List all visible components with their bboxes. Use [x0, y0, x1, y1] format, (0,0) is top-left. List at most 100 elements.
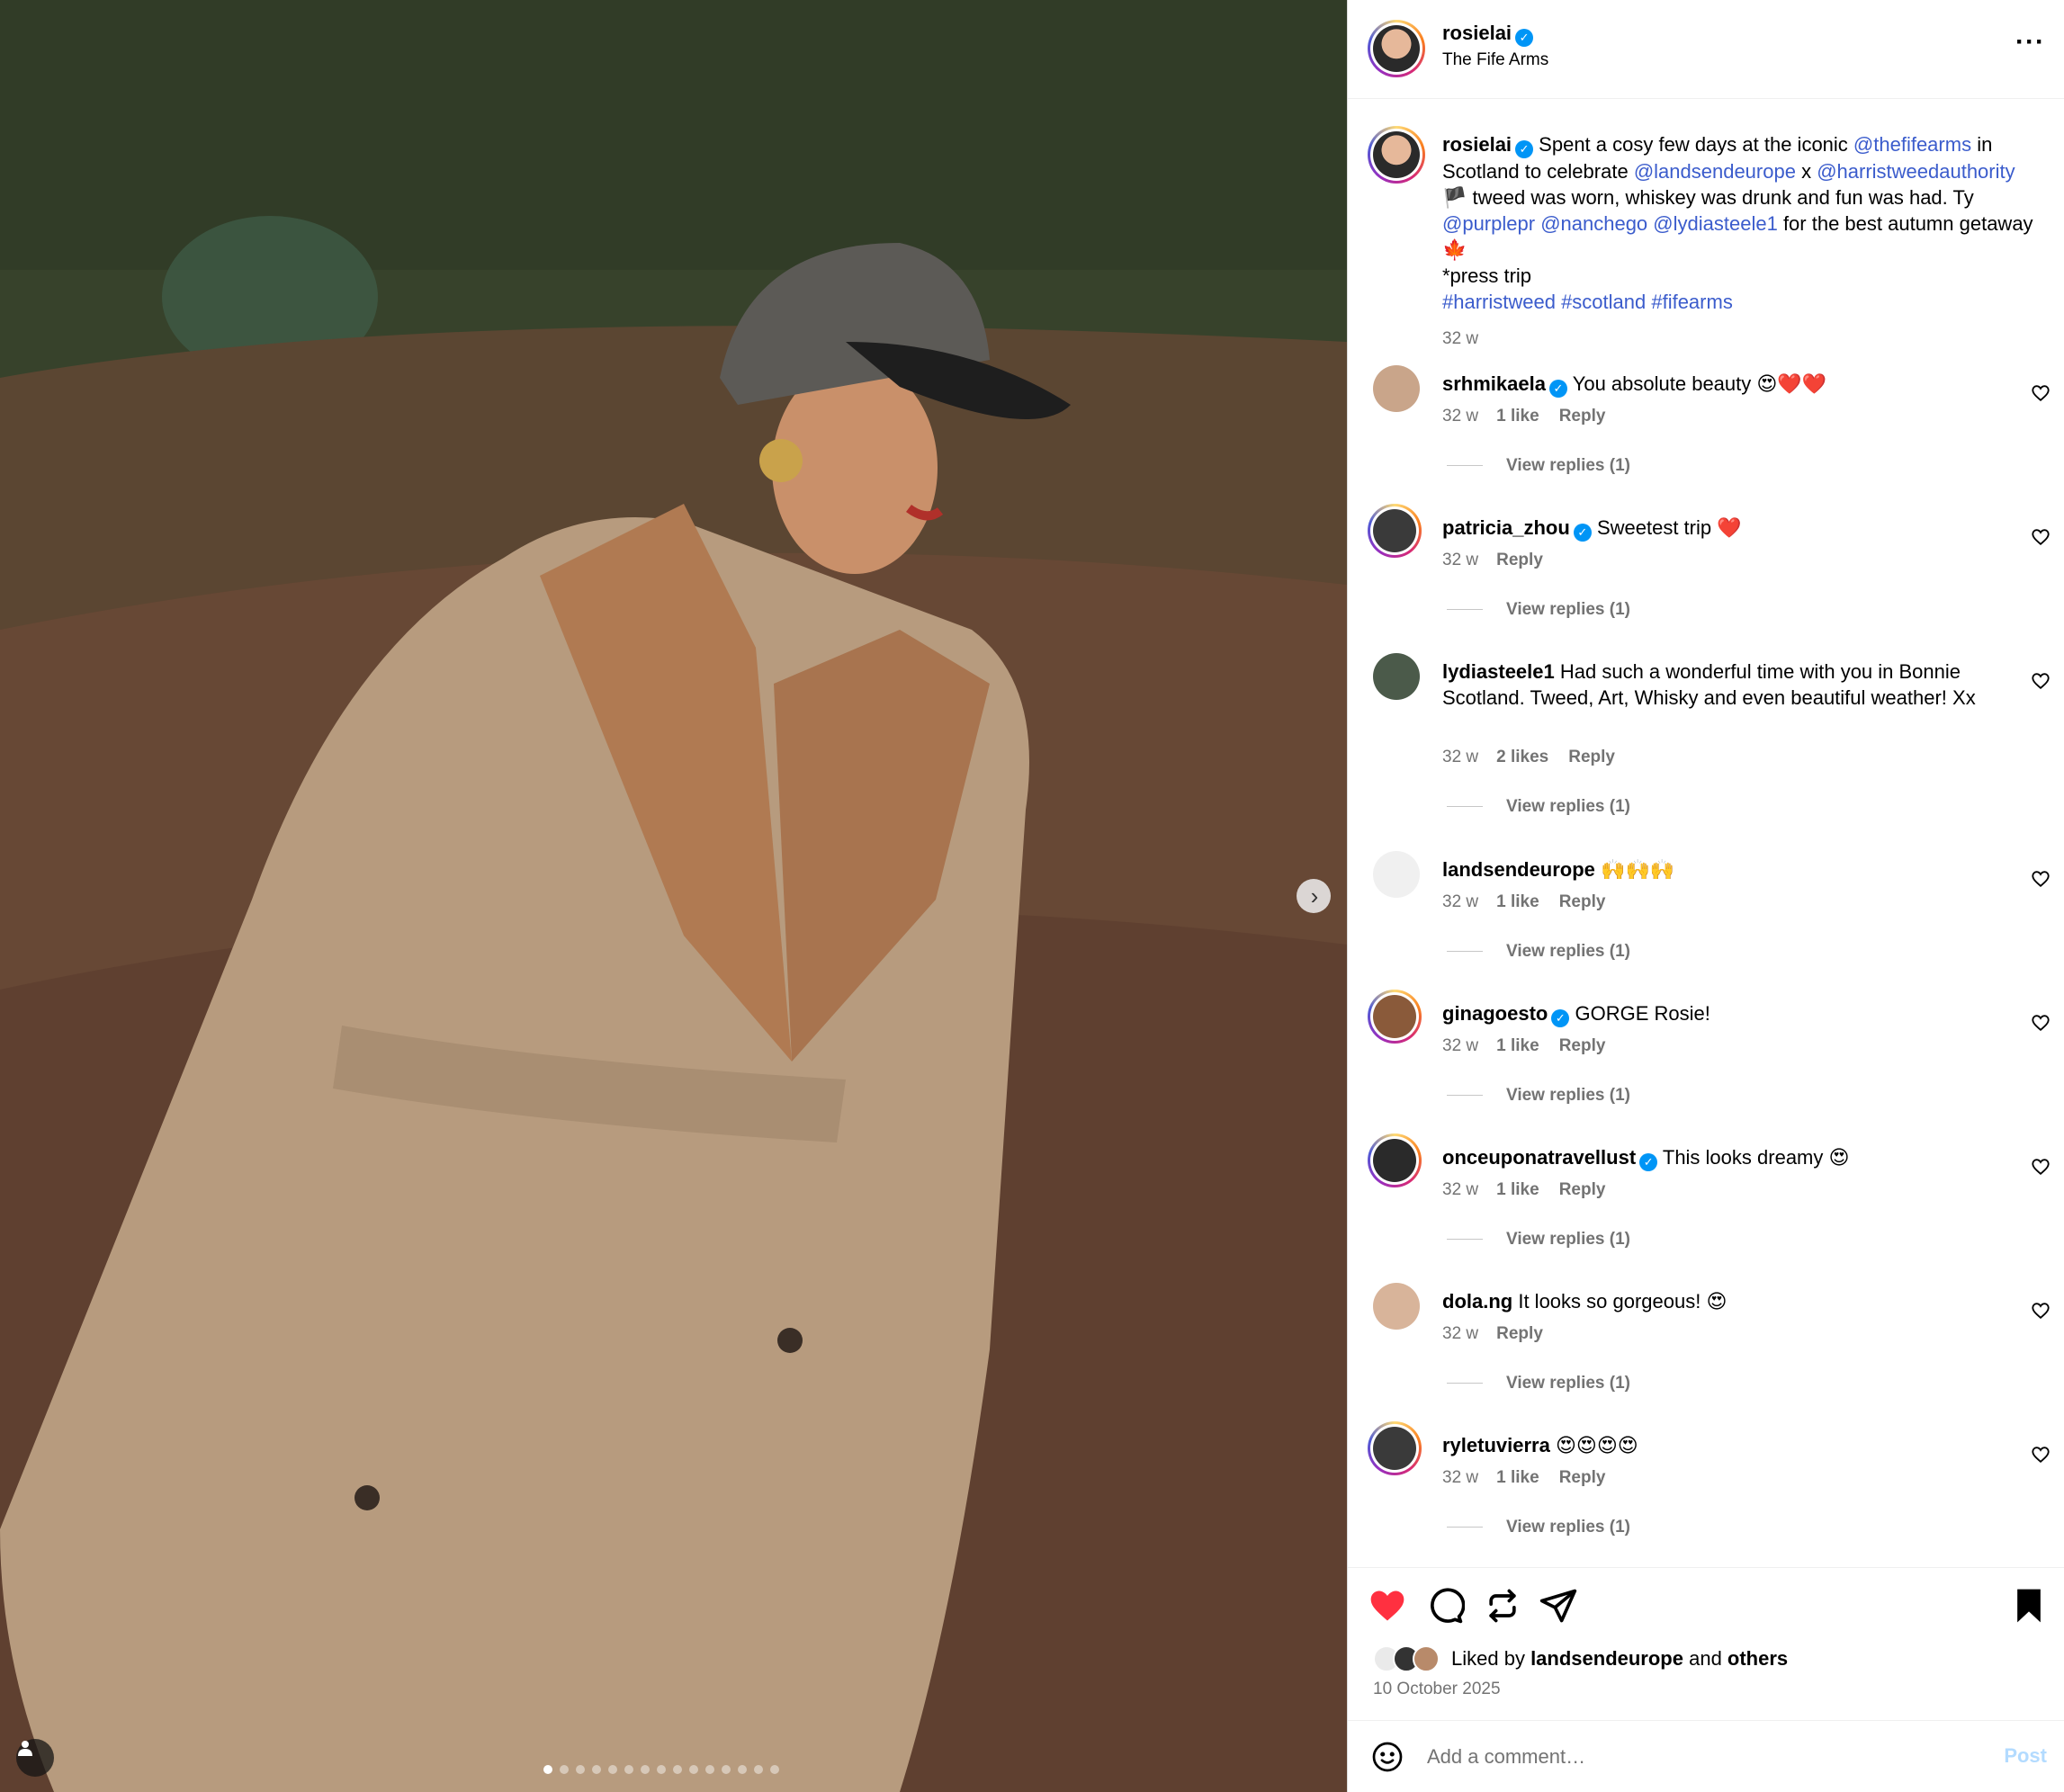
author-username[interactable]: rosielai: [1442, 22, 1512, 44]
caption-mention-link[interactable]: @nanchego: [1540, 212, 1647, 235]
commenter-username[interactable]: onceuponatravellust: [1442, 1146, 1636, 1169]
caption-mention-link[interactable]: @landsendeurope: [1634, 160, 1796, 183]
bookmark-icon[interactable]: [2009, 1586, 2049, 1626]
comment-like-icon[interactable]: [2031, 1013, 2051, 1033]
comment-time[interactable]: 32 w: [1442, 1036, 1478, 1055]
commenter-username[interactable]: dola.ng: [1442, 1290, 1512, 1313]
tagged-users-button[interactable]: [16, 1739, 54, 1777]
verified-badge-icon: ✓: [1551, 1009, 1570, 1027]
commenter-username[interactable]: srhmikaela: [1442, 372, 1546, 395]
comment-like-icon[interactable]: [2031, 671, 2051, 691]
liked-by-avatars[interactable]: [1373, 1645, 1445, 1674]
reply-button[interactable]: Reply: [1568, 748, 1615, 766]
view-replies-button[interactable]: View replies (1): [1447, 1086, 1630, 1106]
commenter-avatar[interactable]: [1373, 653, 1420, 700]
caption-mention-link[interactable]: @harristweedauthority: [1817, 160, 2015, 183]
commenter-avatar[interactable]: [1368, 990, 1422, 1044]
carousel-dot: [657, 1765, 666, 1774]
caption-time: 32 w: [1442, 329, 1479, 348]
carousel-dot: [673, 1765, 682, 1774]
view-replies-button[interactable]: View replies (1): [1447, 1374, 1630, 1393]
heart-filled-icon[interactable]: [1368, 1586, 1407, 1626]
repost-icon[interactable]: [1483, 1586, 1522, 1626]
verified-badge-icon: ✓: [1515, 29, 1534, 47]
comment-time[interactable]: 32 w: [1442, 892, 1478, 911]
more-options-icon[interactable]: ···: [2015, 27, 2045, 58]
comment-likes[interactable]: 1 like: [1496, 1468, 1539, 1487]
comment-text: GORGE Rosie!: [1575, 1002, 1710, 1025]
verified-badge-icon: ✓: [1548, 380, 1567, 398]
reply-button[interactable]: Reply: [1559, 1468, 1606, 1487]
commenter-avatar[interactable]: [1373, 1283, 1420, 1330]
post-header: rosielai ✓ The Fife Arms ···: [1348, 0, 2064, 99]
view-replies-button[interactable]: View replies (1): [1447, 600, 1630, 620]
chevron-right-icon: ›: [1310, 883, 1319, 909]
carousel-dot: [608, 1765, 617, 1774]
comment-time[interactable]: 32 w: [1442, 1468, 1478, 1487]
comment-icon[interactable]: [1425, 1586, 1466, 1626]
reply-button[interactable]: Reply: [1496, 1324, 1543, 1343]
commenter-avatar[interactable]: [1368, 504, 1422, 558]
carousel-dot: [576, 1765, 585, 1774]
verified-badge-icon: ✓: [1639, 1153, 1658, 1171]
comment-time[interactable]: 32 w: [1442, 748, 1478, 766]
comment-like-icon[interactable]: [2031, 527, 2051, 547]
comment-likes[interactable]: 1 like: [1496, 407, 1539, 426]
comment-time[interactable]: 32 w: [1442, 407, 1478, 426]
carousel-dot: [543, 1765, 552, 1774]
reply-button[interactable]: Reply: [1559, 407, 1606, 426]
view-replies-button[interactable]: View replies (1): [1447, 456, 1630, 476]
view-replies-button[interactable]: View replies (1): [1447, 942, 1630, 962]
liked-by-text[interactable]: Liked by landsendeurope and others: [1451, 1647, 1788, 1671]
post-actions-bar: Liked by landsendeurope and others 10 Oc…: [1348, 1567, 2064, 1720]
commenter-avatar[interactable]: [1368, 1133, 1422, 1187]
carousel-dot: [560, 1765, 569, 1774]
commenter-username[interactable]: patricia_zhou: [1442, 516, 1570, 539]
comment-likes[interactable]: 1 like: [1496, 1036, 1539, 1055]
comment-like-icon[interactable]: [2031, 869, 2051, 889]
caption-hashtags[interactable]: #harristweed #scotland #fifearms: [1442, 289, 2045, 315]
author-avatar[interactable]: [1368, 20, 1425, 77]
comment-text: 🙌🙌🙌: [1601, 858, 1675, 881]
commenter-avatar[interactable]: [1373, 365, 1420, 412]
post-date[interactable]: 10 October 2025: [1373, 1680, 1501, 1699]
caption-text: x: [1795, 160, 1817, 183]
caption-mention-link[interactable]: @lydiasteele1: [1653, 212, 1778, 235]
reply-button[interactable]: Reply: [1559, 892, 1606, 911]
view-replies-button[interactable]: View replies (1): [1447, 1230, 1630, 1250]
comment-likes[interactable]: 1 like: [1496, 1180, 1539, 1199]
comment-likes[interactable]: 2 likes: [1496, 748, 1548, 766]
emoji-icon[interactable]: [1371, 1741, 1404, 1778]
view-replies-button[interactable]: View replies (1): [1447, 1518, 1630, 1537]
post-photo[interactable]: ›: [0, 0, 1347, 1792]
comment-likes[interactable]: 1 like: [1496, 892, 1539, 911]
comment-input[interactable]: [1427, 1739, 1931, 1775]
comment-time[interactable]: 32 w: [1442, 1324, 1478, 1343]
caption-mention-link[interactable]: @purplepr: [1442, 212, 1535, 235]
verified-badge-icon: ✓: [1573, 524, 1592, 542]
comment-like-icon[interactable]: [2031, 383, 2051, 403]
comment-like-icon[interactable]: [2031, 1445, 2051, 1465]
commenter-avatar[interactable]: [1373, 851, 1420, 898]
share-icon[interactable]: [1539, 1586, 1578, 1626]
reply-button[interactable]: Reply: [1496, 551, 1543, 569]
commenter-username[interactable]: lydiasteele1: [1442, 660, 1555, 683]
commenter-username[interactable]: ryletuvierra: [1442, 1434, 1550, 1456]
comment-time[interactable]: 32 w: [1442, 551, 1478, 569]
comment-like-icon[interactable]: [2031, 1157, 2051, 1177]
commenter-username[interactable]: ginagoesto: [1442, 1002, 1548, 1025]
reply-button[interactable]: Reply: [1559, 1036, 1606, 1055]
view-replies-button[interactable]: View replies (1): [1447, 797, 1630, 817]
reply-button[interactable]: Reply: [1559, 1180, 1606, 1199]
caption-author-avatar[interactable]: [1368, 126, 1425, 184]
next-slide-button[interactable]: ›: [1297, 879, 1331, 913]
comment-text: You absolute beauty 😍❤️❤️: [1572, 372, 1827, 395]
comment-like-icon[interactable]: [2031, 1301, 2051, 1321]
post-location[interactable]: The Fife Arms: [1442, 50, 1548, 70]
commenter-avatar[interactable]: [1368, 1421, 1422, 1475]
caption-mention-link[interactable]: @thefifearms: [1853, 133, 1971, 156]
post-comment-button[interactable]: Post: [2004, 1744, 2047, 1768]
caption-username[interactable]: rosielai: [1442, 133, 1512, 156]
commenter-username[interactable]: landsendeurope: [1442, 858, 1595, 881]
comment-time[interactable]: 32 w: [1442, 1180, 1478, 1199]
